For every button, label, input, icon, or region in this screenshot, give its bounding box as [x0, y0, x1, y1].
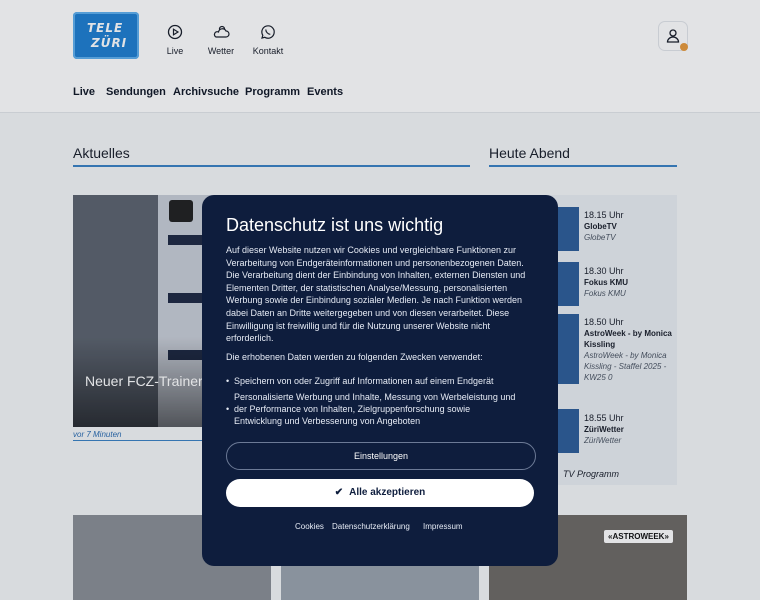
privacy-policy-link[interactable]: Datenschutzerklärung: [332, 522, 410, 531]
imprint-link[interactable]: Impressum: [423, 522, 463, 531]
accept-all-button[interactable]: ✔ Alle akzeptieren: [226, 479, 534, 507]
settings-button[interactable]: Einstellungen: [226, 442, 536, 470]
consent-purpose-text: Personalisierte Werbung und Inhalte, Mes…: [234, 392, 516, 426]
bullet-icon: •: [226, 376, 230, 386]
consent-intro-text: Auf dieser Website nutzen wir Cookies un…: [226, 245, 526, 344]
consent-dialog: Datenschutz ist uns wichtig Auf dieser W…: [202, 195, 558, 566]
checkmark-icon: ✔: [334, 487, 344, 498]
consent-title: Datenschutz ist uns wichtig: [226, 215, 444, 235]
accept-all-label: Alle akzeptieren: [349, 487, 426, 498]
consent-purpose-text: Speichern von oder Zugriff auf Informati…: [234, 376, 494, 386]
cookies-link[interactable]: Cookies: [295, 522, 324, 531]
page: TELE ZÜRI Live Wetter Kontakt Live Sendu…: [0, 0, 760, 600]
bullet-icon: •: [226, 404, 230, 414]
consent-purposes-heading: Die erhobenen Daten werden zu folgenden …: [226, 352, 483, 362]
